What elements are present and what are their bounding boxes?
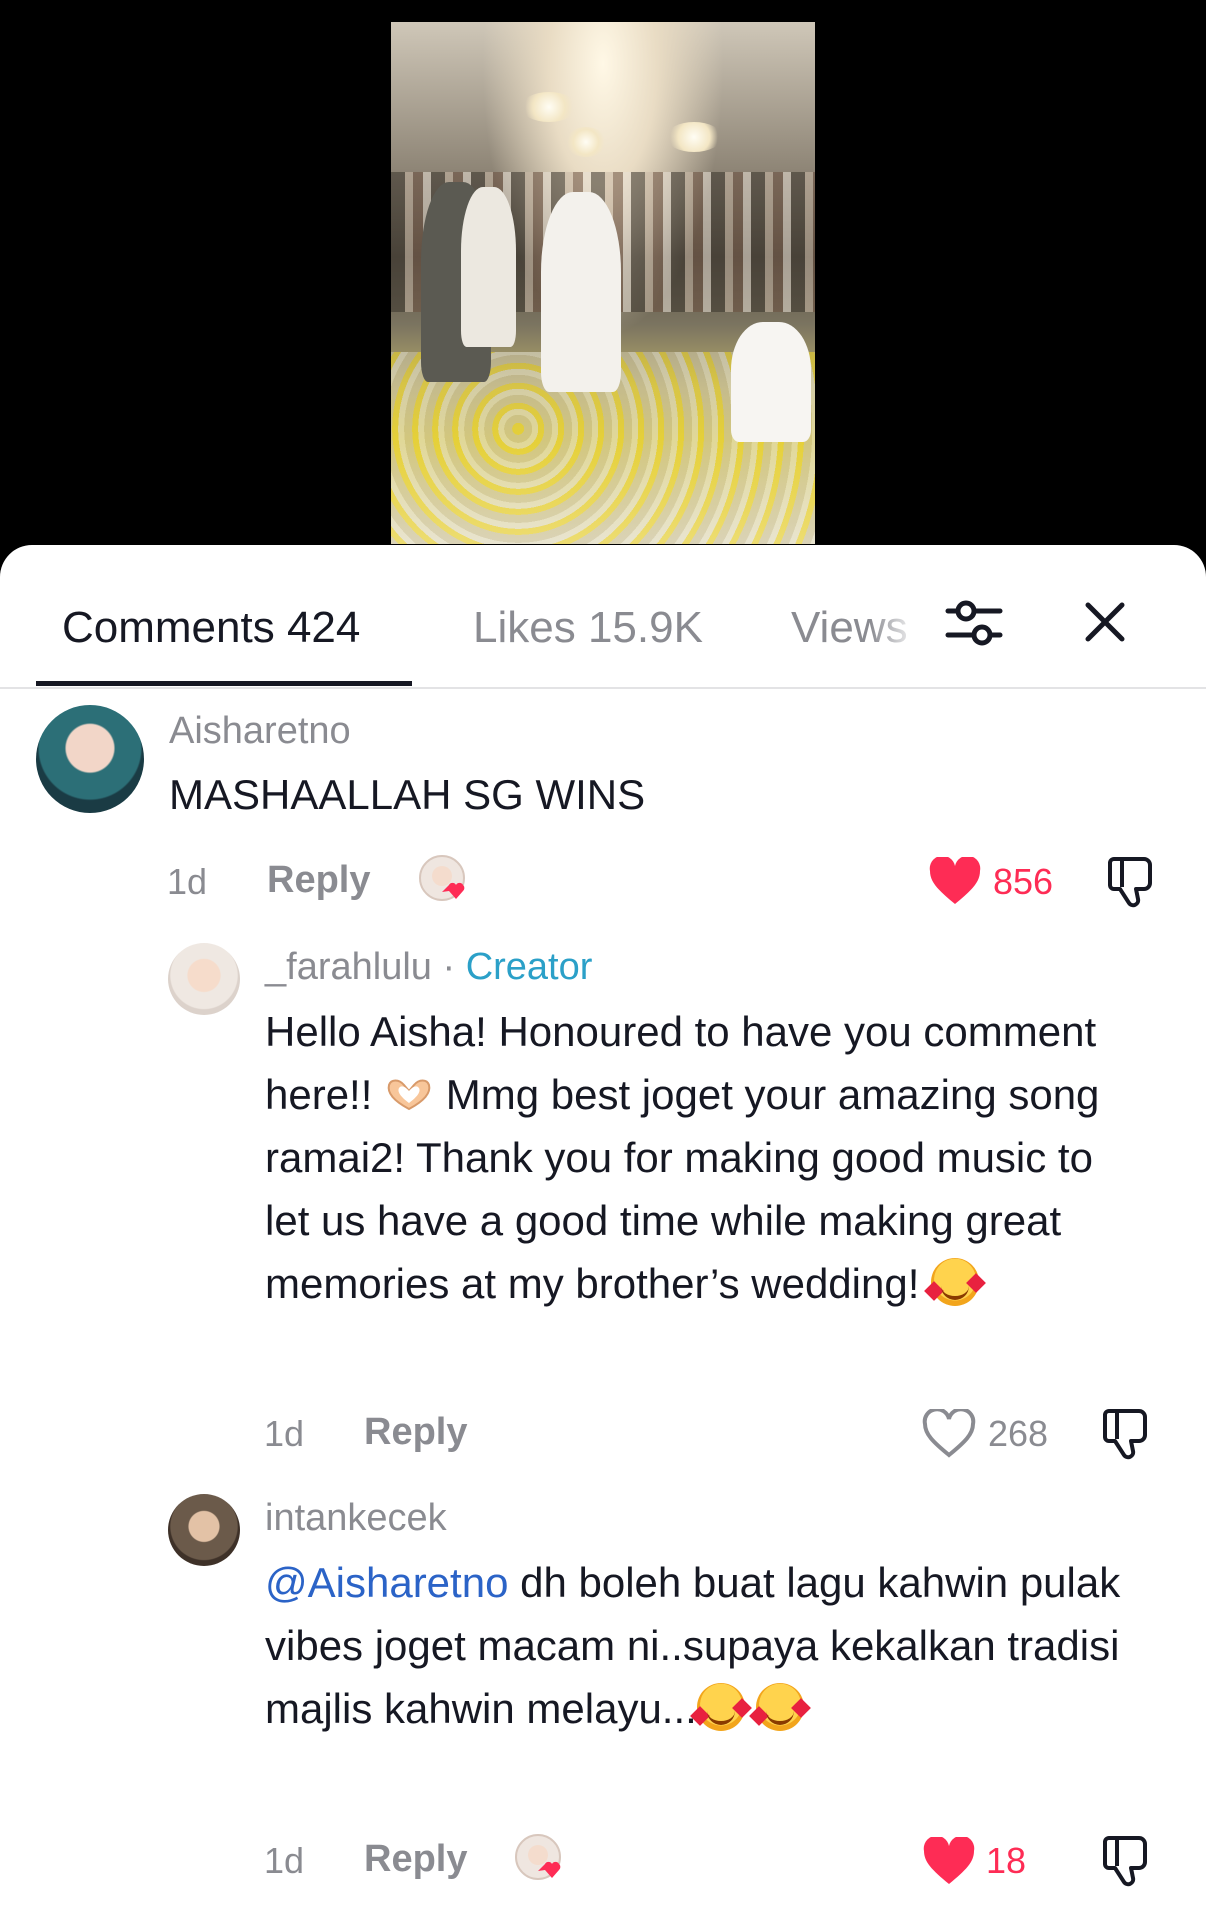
comment-time: 1d xyxy=(167,861,208,902)
creator-liked-icon xyxy=(418,854,474,910)
reply-button[interactable]: Reply xyxy=(267,859,370,902)
video-player[interactable] xyxy=(0,0,1206,560)
heart-filled-icon[interactable] xyxy=(928,855,982,907)
creator-badge: Creator xyxy=(465,946,593,988)
like-count: 268 xyxy=(988,1413,1049,1454)
tabs-divider xyxy=(0,687,1206,689)
comment-text: MASHAALLAH SG WINS xyxy=(169,771,646,818)
tab-bar: Comments 424 Likes 15.9K Views xyxy=(0,545,1206,688)
heart-outline-icon[interactable] xyxy=(922,1407,976,1459)
comments-sheet: Comments 424 Likes 15.9K Views Aisharetn… xyxy=(0,545,1206,1917)
guest-shape xyxy=(731,322,811,442)
chandelier-shape xyxy=(521,92,577,122)
username-text[interactable]: _farahlulu xyxy=(265,946,432,988)
dancer-shape xyxy=(461,187,516,347)
heart-filled-icon[interactable] xyxy=(922,1835,976,1887)
avatar[interactable] xyxy=(168,1494,240,1566)
tab-active-indicator xyxy=(36,681,412,686)
comment-username[interactable]: Aisharetno xyxy=(169,710,351,753)
like-count: 856 xyxy=(993,861,1054,902)
reply-button[interactable]: Reply xyxy=(364,1838,467,1881)
comment-time: 1d xyxy=(264,1840,305,1881)
avatar[interactable] xyxy=(36,705,144,813)
filter-sliders-icon[interactable] xyxy=(944,593,1004,653)
comment-time: 1d xyxy=(264,1413,305,1454)
smiling-face-with-hearts-emoji-icon xyxy=(749,1683,812,1731)
chandelier-shape xyxy=(666,122,722,152)
creator-liked-icon xyxy=(514,1833,570,1889)
dislike-icon[interactable] xyxy=(1101,1834,1153,1888)
comment-text: Hello Aisha! Honoured to have you commen… xyxy=(265,1000,1145,1315)
comment-username[interactable]: _farahlulu · Creator xyxy=(265,946,592,989)
tab-likes[interactable]: Likes 15.9K xyxy=(473,603,703,653)
separator: · xyxy=(431,946,466,988)
tab-fade xyxy=(870,585,940,665)
avatar[interactable] xyxy=(168,943,240,1015)
mention-link[interactable]: @Aisharetno xyxy=(265,1559,508,1606)
dancer-shape xyxy=(541,192,621,392)
smiling-face-with-hearts-emoji-icon xyxy=(924,1258,986,1306)
comment-username[interactable]: intankecek xyxy=(265,1497,447,1540)
heart-hands-emoji-icon xyxy=(384,1065,434,1111)
close-icon[interactable] xyxy=(1080,597,1130,647)
dislike-icon[interactable] xyxy=(1101,1407,1153,1461)
comment-text: @Aisharetno dh boleh buat lagu kahwin pu… xyxy=(265,1551,1155,1740)
dislike-icon[interactable] xyxy=(1106,855,1158,909)
reply-button[interactable]: Reply xyxy=(364,1411,467,1454)
chandelier-shape xyxy=(566,127,606,157)
smiling-face-with-hearts-emoji-icon xyxy=(689,1683,752,1731)
tab-comments[interactable]: Comments 424 xyxy=(62,603,360,653)
like-count: 18 xyxy=(986,1840,1027,1881)
video-thumbnail[interactable] xyxy=(391,22,815,544)
